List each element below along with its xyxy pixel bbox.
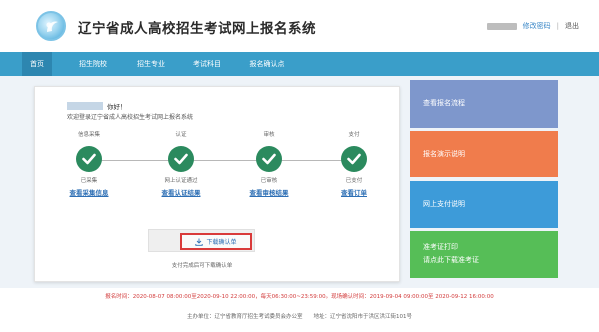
logo-icon <box>46 21 58 32</box>
step-status-collect: 已采集 <box>80 178 98 184</box>
logout-link[interactable]: 退出 <box>565 21 579 31</box>
download-panel: 下载确认单 <box>148 229 255 252</box>
nav-item-home[interactable]: 首页 <box>22 52 52 76</box>
view-review-result-link[interactable]: 查看审核结果 <box>234 187 304 197</box>
step-check-auth <box>168 146 194 172</box>
view-collect-info-link[interactable]: 查看采集信息 <box>54 187 124 197</box>
check-icon <box>347 153 361 165</box>
step-status-review: 已审核 <box>260 178 278 184</box>
page: 辽宁省成人高校招生考试网上报名系统 修改密码 | 退出 首页 招生院校 招生专业… <box>0 0 599 332</box>
masked-name <box>67 102 103 110</box>
step-check-review <box>256 146 282 172</box>
nav-item-institutions[interactable]: 招生院校 <box>70 52 116 76</box>
logo <box>36 11 66 41</box>
tile-ticket-line2: 请点此下载准考证 <box>423 256 479 264</box>
masked-username <box>486 22 517 30</box>
step-check-pay <box>341 146 367 172</box>
greeting-text: 你好！ <box>107 103 127 111</box>
main-nav: 首页 招生院校 招生专业 考试科目 报名确认点 <box>0 52 599 76</box>
site-title: 辽宁省成人高校招生考试网上报名系统 <box>78 21 316 37</box>
tile-demo-label: 报名演示说明 <box>423 150 465 158</box>
tile-ticket-line1: 准考证打印 <box>423 243 458 251</box>
check-icon <box>262 153 276 165</box>
progress-line <box>91 160 347 161</box>
registration-notice: 报名时间：2020-08-07 08:00:00至2020-09-10 22:0… <box>105 294 494 300</box>
step-label-auth: 认证 <box>175 132 187 138</box>
header: 辽宁省成人高校招生考试网上报名系统 修改密码 | 退出 <box>0 0 599 52</box>
greeting-row: 你好！ <box>67 101 127 111</box>
step-status-pay: 已支付 <box>345 178 363 184</box>
download-hint: 支付完成后可下载确认单 <box>171 263 233 269</box>
welcome-text: 欢迎登录辽宁省成人高校招生考试网上报名系统 <box>67 114 194 121</box>
nav-item-subjects[interactable]: 考试科目 <box>184 52 230 76</box>
download-button-label: 下载确认单 <box>206 239 237 246</box>
step-check-collect <box>76 146 102 172</box>
view-order-link[interactable]: 查看订单 <box>319 187 389 197</box>
tile-process-label: 查看报名流程 <box>423 99 465 107</box>
check-icon <box>174 153 188 165</box>
footer-info: 主办单位：辽宁省教育厅招生考试委员会办公室 地址：辽宁省沈阳市于洪区洪江街101… <box>186 314 412 320</box>
tile-process[interactable]: 查看报名流程 <box>410 80 558 128</box>
nav-item-confirm-points[interactable]: 报名确认点 <box>240 52 294 76</box>
status-card: 你好！ 欢迎登录辽宁省成人高校招生考试网上报名系统 信息采集 已采集 查看采集信… <box>34 86 400 282</box>
header-separator: | <box>556 22 559 30</box>
step-label-review: 审核 <box>263 132 275 138</box>
tile-admission-ticket[interactable]: 准考证打印 请点此下载准考证 <box>410 231 558 278</box>
tile-payment[interactable]: 网上支付说明 <box>410 181 558 228</box>
download-confirmation-button[interactable]: 下载确认单 <box>180 233 252 250</box>
step-label-pay: 支付 <box>348 132 360 138</box>
check-icon <box>82 153 96 165</box>
tile-payment-label: 网上支付说明 <box>423 200 465 208</box>
tile-demo[interactable]: 报名演示说明 <box>410 131 558 177</box>
user-area: 修改密码 | 退出 <box>486 21 579 31</box>
nav-item-majors[interactable]: 招生专业 <box>128 52 174 76</box>
change-password-link[interactable]: 修改密码 <box>523 21 551 31</box>
step-status-auth: 网上认证通过 <box>164 178 198 184</box>
step-label-collect: 信息采集 <box>77 132 100 138</box>
download-icon <box>195 238 204 246</box>
view-auth-result-link[interactable]: 查看认证结果 <box>146 187 216 197</box>
